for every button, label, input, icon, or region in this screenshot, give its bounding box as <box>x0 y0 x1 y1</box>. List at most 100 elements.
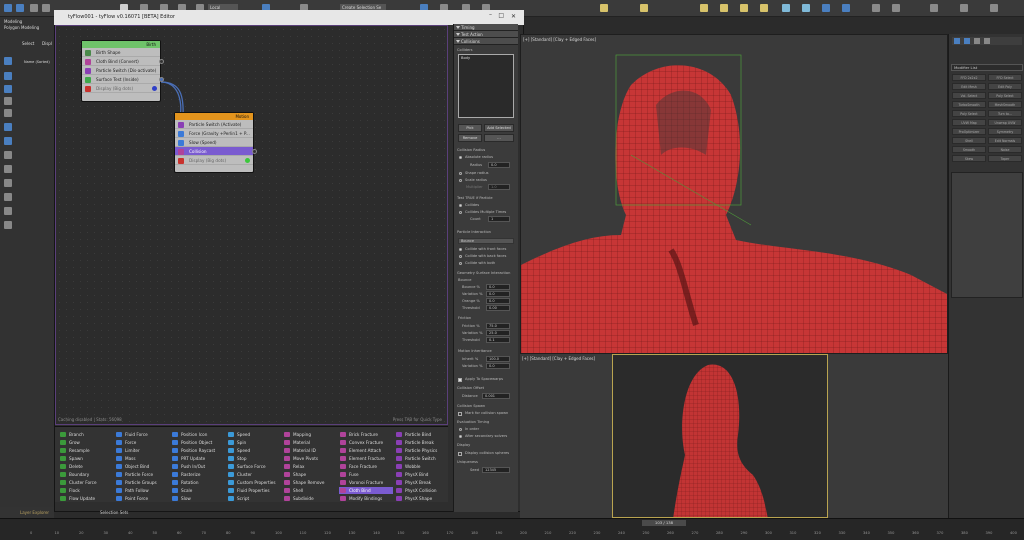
modifier-button[interactable]: Poly Select <box>952 110 986 117</box>
modifier-button[interactable]: Vol. Select <box>952 92 986 99</box>
name-column-header[interactable]: Name (Sorted) <box>24 60 50 64</box>
operator-cluster-force[interactable]: Cluster Force <box>59 479 113 486</box>
minimize-icon[interactable]: – <box>489 11 492 18</box>
timing-rollout[interactable]: Timing <box>454 24 518 31</box>
modifier-button[interactable]: Smooth <box>952 146 986 153</box>
collides-radio[interactable] <box>459 204 462 207</box>
orange-spinner[interactable]: 0.0 <box>486 298 510 304</box>
modeling-tab[interactable]: Modeling <box>4 19 22 24</box>
layer-explorer-label[interactable]: Layer Explorer <box>20 510 49 515</box>
operator-physx-collision[interactable]: PhysX Collision <box>395 487 449 494</box>
node-row-force[interactable]: Force (Gravity +Perlin1 + P... <box>175 129 253 138</box>
operator-rotation[interactable]: Rotation <box>171 479 225 486</box>
operator-point-force[interactable]: Point Force <box>115 495 169 502</box>
shape-radius-radio[interactable] <box>459 172 462 175</box>
node-row-slow[interactable]: Slow (Speed) <box>175 138 253 147</box>
node-row-surface-test[interactable]: Surface Test (Inside) <box>82 75 164 84</box>
modifier-button[interactable]: Symmetry <box>988 128 1022 135</box>
birth-node-header[interactable]: Birth <box>82 41 160 48</box>
operator-relax[interactable]: Relax <box>283 463 337 470</box>
right-viewport[interactable] <box>828 354 948 518</box>
selection-sets-label[interactable]: Selection Sets <box>100 510 128 515</box>
hierarchy-tab-icon[interactable] <box>974 38 980 44</box>
create-tab-icon[interactable] <box>954 38 960 44</box>
inherit-spinner[interactable]: 100.0 <box>486 356 510 362</box>
collide-back-radio[interactable] <box>459 255 462 258</box>
explorer-tool-icon-9[interactable] <box>4 165 12 173</box>
modifier-button[interactable]: Edit Poly <box>988 83 1022 90</box>
operator-element-fracture[interactable]: Element Fracture <box>339 455 393 462</box>
count-spinner[interactable]: 1 <box>488 216 510 222</box>
operator-delete[interactable]: Delete <box>59 463 113 470</box>
operator-physx-shape[interactable]: PhysX Shape <box>395 495 449 502</box>
perspective-viewport[interactable]: [+] [Standard] [Clay + Edged Faces] <box>520 34 948 354</box>
bounce-pct-spinner[interactable]: 0.0 <box>486 284 510 290</box>
operator-subdivide[interactable]: Subdivide <box>283 495 337 502</box>
operator-flock[interactable]: Flock <box>59 487 113 494</box>
time-slider-frame[interactable]: 103 / 138 <box>642 520 686 526</box>
display-color-swatch[interactable] <box>152 86 157 91</box>
operator-surface-force[interactable]: Surface Force <box>227 463 281 470</box>
collider-item[interactable]: Body <box>461 56 470 60</box>
friction-spinner[interactable]: 75.0 <box>486 323 510 329</box>
motion-tab-icon[interactable] <box>984 38 990 44</box>
operator-grow[interactable]: Grow <box>59 439 113 446</box>
modifier-button[interactable]: ProOptimizer <box>952 128 986 135</box>
operator-limiter[interactable]: Limiter <box>115 447 169 454</box>
unlink-icon[interactable] <box>42 4 50 12</box>
mark-spawn-checkbox[interactable] <box>458 412 462 416</box>
explorer-tool-icon-1[interactable] <box>4 57 12 65</box>
modifier-button[interactable]: FFD 2x2x2 <box>952 74 986 81</box>
modifier-button[interactable]: Taper <box>988 155 1022 162</box>
select-menu[interactable]: Select <box>22 41 34 46</box>
operator-force[interactable]: Force <box>115 439 169 446</box>
in-order-radio[interactable] <box>459 428 462 431</box>
modifier-button[interactable]: Edit Normals <box>988 137 1022 144</box>
explorer-tool-icon-7[interactable] <box>4 137 12 145</box>
link-icon[interactable] <box>30 4 38 12</box>
operator-element-attach[interactable]: Element Attach <box>339 447 393 454</box>
modifier-button[interactable]: TurboSmooth <box>952 101 986 108</box>
modifier-button[interactable]: Noise <box>988 146 1022 153</box>
collide-front-radio[interactable] <box>459 248 462 251</box>
node-row-particle-switch[interactable]: Particle Switch (Dis-activate) <box>82 66 160 75</box>
shelf-icon-3[interactable] <box>740 4 748 12</box>
explorer-tool-icon-3[interactable] <box>4 85 12 93</box>
motion-node[interactable]: Motion Particle Switch (Activate) Force … <box>174 112 257 173</box>
operator-spin[interactable]: Spin <box>227 439 281 446</box>
radius-spinner[interactable]: 0.0 <box>488 162 510 168</box>
scale-radius-radio[interactable] <box>459 179 462 182</box>
display-menu[interactable]: Displ <box>42 41 52 46</box>
shelf-icon-7[interactable] <box>822 4 830 12</box>
operator-object-bind[interactable]: Object Bind <box>115 463 169 470</box>
operator-prt-update[interactable]: PRT Update <box>171 455 225 462</box>
modifier-button[interactable]: Skew <box>952 155 986 162</box>
operator-position-icon[interactable]: Position Icon <box>171 431 225 438</box>
explorer-tool-icon-4[interactable] <box>4 97 12 105</box>
variation-spinner-3[interactable]: 0.0 <box>486 363 510 369</box>
operator-move-pivots[interactable]: Move Pivots <box>283 455 337 462</box>
shelf-icon-8[interactable] <box>842 4 850 12</box>
operator-mass[interactable]: Mass <box>115 455 169 462</box>
operator-shape[interactable]: Shape <box>283 471 337 478</box>
absolute-radius-radio[interactable] <box>459 156 462 159</box>
operator-path-follow[interactable]: Path Follow <box>115 487 169 494</box>
operator-face-fracture[interactable]: Face Fracture <box>339 463 393 470</box>
shelf-icon-5[interactable] <box>782 4 790 12</box>
left-viewport[interactable]: [+] [Standard] [Clay + Edged Faces] <box>520 354 612 518</box>
explorer-tool-icon-10[interactable] <box>4 179 12 187</box>
node-row-display[interactable]: Display (Big dots) <box>175 156 253 165</box>
teapot-icon[interactable] <box>600 4 608 12</box>
output-port[interactable] <box>159 77 164 82</box>
shelf-icon-4[interactable] <box>760 4 768 12</box>
shelf-icon-12[interactable] <box>960 4 968 12</box>
modify-tab-icon[interactable] <box>964 38 970 44</box>
modifier-button[interactable]: FFD Select <box>988 74 1022 81</box>
explorer-tool-icon-5[interactable] <box>4 109 12 117</box>
modifier-button[interactable]: MeshSmooth <box>988 101 1022 108</box>
operator-shape-remove[interactable]: Shape Remove <box>283 479 337 486</box>
colliders-list[interactable]: Body <box>458 54 514 118</box>
shelf-icon-2[interactable] <box>720 4 728 12</box>
operator-particle-bind[interactable]: Particle Bind <box>395 431 449 438</box>
explorer-tool-icon-2[interactable] <box>4 72 12 80</box>
